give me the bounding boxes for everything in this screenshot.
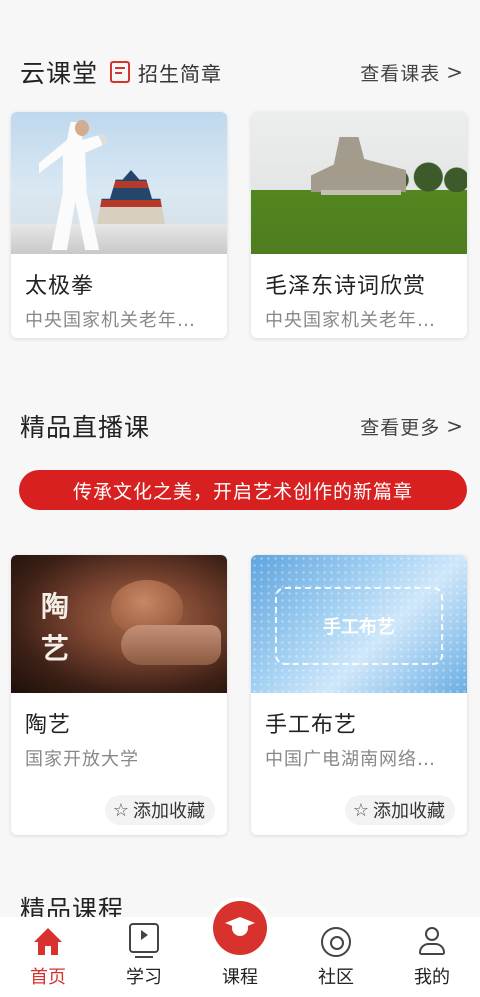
course-title: 毛泽东诗词欣赏 [265,274,427,299]
tab-mine[interactable]: 我的 [392,927,472,989]
view-more-link[interactable]: 查看更多 > [360,413,464,440]
thumbnail-caption: 艺 [41,632,70,665]
add-favorite-button[interactable]: ☆ 添加收藏 [344,795,455,825]
community-icon [321,927,351,957]
add-favorite-label: 添加收藏 [373,801,445,822]
course-provider: 中国广电湖南网络… [265,749,436,770]
bottom-tab-bar: 首页 学习 课程 社区 我的 [0,901,480,997]
live-card-cloth-craft[interactable]: 手工布艺 手工布艺 中国广电湖南网络… ☆ 添加收藏 [251,555,467,835]
calendar-icon [110,61,131,83]
add-favorite-label: 添加收藏 [133,801,205,822]
view-schedule-label: 查看课表 [360,62,441,85]
course-card-taiji[interactable]: 太极拳 中央国家机关老年… [11,112,227,338]
tab-courses[interactable]: 课程 [200,901,280,989]
chevron-right-icon: > [446,414,464,438]
tab-label: 学习 [126,967,162,988]
tab-label: 我的 [414,967,450,988]
course-thumbnail [251,112,467,254]
course-title: 陶艺 [25,713,72,738]
tab-home[interactable]: 首页 [8,927,88,989]
course-card-mao-poetry[interactable]: 毛泽东诗词欣赏 中央国家机关老年… [251,112,467,338]
tab-label: 课程 [222,967,258,988]
tab-label: 社区 [318,967,354,988]
course-provider: 国家开放大学 [25,749,139,770]
user-icon [417,927,447,957]
tab-label: 首页 [30,967,66,988]
live-card-pottery[interactable]: 陶 艺 陶艺 国家开放大学 ☆ 添加收藏 [11,555,227,835]
live-class-title: 精品直播课 [20,413,151,442]
live-class-header: 精品直播课 查看更多 > [0,404,480,448]
video-icon [129,923,159,958]
promo-banner[interactable]: 传承文化之美，开启艺术创作的新篇章 [19,470,467,510]
tab-community[interactable]: 社区 [296,927,376,989]
course-title: 太极拳 [25,274,95,299]
chevron-right-icon: > [446,60,464,84]
home-icon [33,927,63,957]
tab-study[interactable]: 学习 [104,919,184,989]
cloud-class-header: 云课堂 招生简章 查看课表 > [0,50,480,94]
course-thumbnail: 手工布艺 [251,555,467,693]
course-title: 手工布艺 [265,713,358,738]
admission-guide-link[interactable]: 招生简章 [110,58,222,87]
course-thumbnail [11,112,227,254]
add-favorite-button[interactable]: ☆ 添加收藏 [104,795,215,825]
star-icon: ☆ [352,799,369,821]
cloud-class-title: 云课堂 [20,59,99,88]
graduation-cap-icon [213,901,267,955]
admission-guide-label: 招生简章 [138,61,223,86]
thumbnail-caption: 陶 [41,590,70,623]
course-provider: 中央国家机关老年… [25,310,196,331]
course-provider: 中央国家机关老年… [265,310,436,331]
thumbnail-caption: 手工布艺 [275,587,443,665]
view-more-label: 查看更多 [360,416,441,439]
view-schedule-link[interactable]: 查看课表 > [360,59,464,86]
course-thumbnail: 陶 艺 [11,555,227,693]
star-icon: ☆ [112,799,129,821]
